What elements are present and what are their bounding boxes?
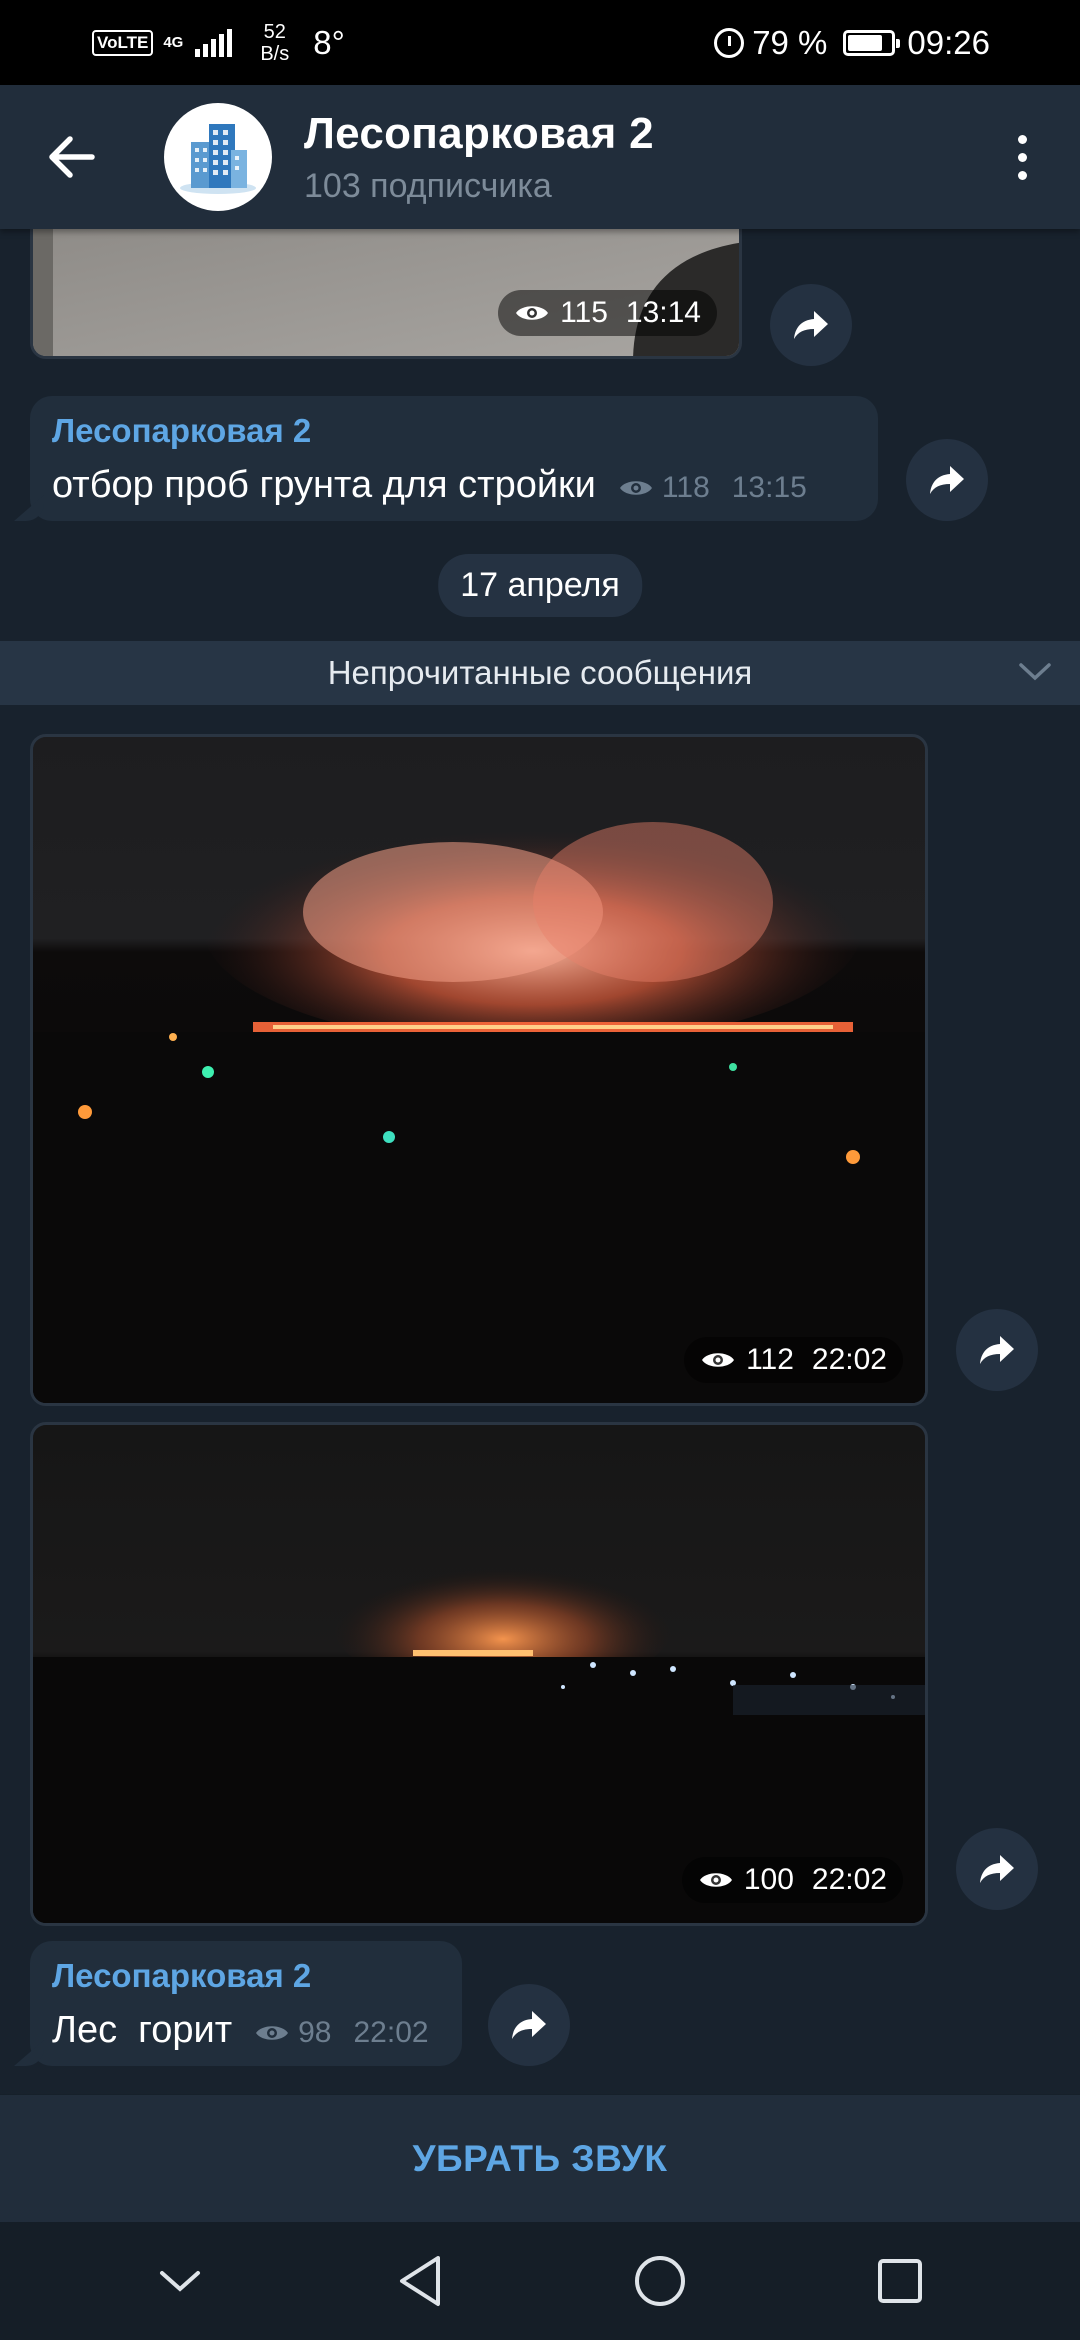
chevron-down-icon bbox=[160, 2271, 200, 2292]
message-text: отбор проб грунта для стройки bbox=[52, 464, 596, 506]
text-message[interactable]: Лесопарковая 2 Лес горит 98 22:02 bbox=[30, 1941, 462, 2066]
message-time: 13:15 bbox=[731, 471, 807, 504]
share-button[interactable] bbox=[770, 284, 852, 366]
mute-button[interactable]: УБРАТЬ ЗВУК bbox=[0, 2094, 1080, 2222]
net-speed-unit: B/s bbox=[260, 42, 290, 65]
share-arrow-icon bbox=[980, 1336, 1014, 1364]
photo-meta: 112 22:02 bbox=[684, 1337, 903, 1383]
status-right: 79 % 09:26 bbox=[714, 24, 990, 62]
share-arrow-icon bbox=[930, 466, 964, 494]
building-icon bbox=[180, 124, 256, 194]
chat-header: Лесопарковая 2 103 подписчика bbox=[0, 85, 1080, 229]
channel-avatar[interactable] bbox=[164, 103, 272, 211]
photo-message[interactable]: 100 22:02 bbox=[30, 1422, 928, 1926]
header-text[interactable]: Лесопарковая 2 103 подписчика bbox=[304, 109, 654, 206]
volte-badge: VoLTE bbox=[92, 29, 154, 56]
message-time: 22:02 bbox=[811, 1343, 887, 1376]
unread-messages-bar: Непрочитанные сообщения bbox=[0, 641, 1080, 705]
message-text: Лес горит bbox=[52, 2009, 233, 2051]
photo-distant-fire bbox=[33, 1425, 925, 1923]
nav-back-button[interactable] bbox=[375, 2236, 465, 2326]
share-button[interactable] bbox=[956, 1828, 1038, 1910]
photo-meta: 100 22:02 bbox=[681, 1857, 903, 1903]
eye-icon bbox=[699, 1873, 732, 1887]
alarm-icon bbox=[714, 27, 745, 58]
message-author[interactable]: Лесопарковая 2 bbox=[52, 1957, 440, 1995]
temperature: 8° bbox=[313, 23, 345, 61]
view-count: 98 bbox=[298, 2016, 332, 2049]
signal-icon bbox=[195, 28, 233, 57]
photo-fire-night bbox=[33, 737, 925, 1403]
clock: 09:26 bbox=[907, 23, 990, 61]
nav-home-button[interactable] bbox=[615, 2236, 705, 2326]
system-nav-bar bbox=[0, 2222, 1080, 2340]
view-count: 115 bbox=[560, 296, 608, 329]
eye-icon bbox=[256, 2026, 289, 2040]
arrow-left-icon bbox=[49, 136, 95, 178]
recents-square-icon bbox=[878, 2259, 922, 2303]
more-vertical-icon bbox=[1017, 134, 1027, 144]
share-button[interactable] bbox=[488, 1984, 570, 2066]
date-separator: 17 апреля bbox=[438, 554, 642, 617]
share-button[interactable] bbox=[956, 1309, 1038, 1391]
photo-message[interactable]: 112 22:02 bbox=[30, 734, 928, 1406]
share-arrow-icon bbox=[980, 1855, 1014, 1883]
mute-label: УБРАТЬ ЗВУК bbox=[412, 2137, 668, 2179]
battery-percent: 79 % bbox=[752, 23, 828, 61]
eye-icon bbox=[702, 1353, 735, 1367]
status-bar: VoLTE 4G 52 B/s 8° 79 % 09:26 bbox=[0, 0, 1080, 85]
subscriber-count: 103 подписчика bbox=[304, 166, 552, 205]
share-arrow-icon bbox=[512, 2011, 546, 2039]
message-meta: 98 22:02 bbox=[254, 2016, 429, 2052]
net-speed: 52 B/s bbox=[260, 21, 289, 65]
message-author[interactable]: Лесопарковая 2 bbox=[52, 412, 856, 450]
share-button[interactable] bbox=[906, 439, 988, 521]
nav-recents-button[interactable] bbox=[855, 2236, 945, 2326]
eye-icon bbox=[516, 306, 549, 320]
back-button[interactable] bbox=[32, 117, 112, 197]
share-arrow-icon bbox=[794, 311, 828, 339]
message-time: 22:02 bbox=[811, 1863, 887, 1896]
text-message[interactable]: Лесопарковая 2 отбор проб грунта для стр… bbox=[30, 396, 878, 521]
network-label: 4G bbox=[163, 34, 184, 51]
chat-title: Лесопарковая 2 bbox=[304, 108, 654, 158]
message-list[interactable]: 115 13:14 Лесопарковая 2 отбор проб грун… bbox=[0, 229, 1080, 2094]
network-type: 4G bbox=[163, 35, 183, 50]
chevron-down-icon[interactable] bbox=[1018, 659, 1052, 683]
home-circle-icon bbox=[635, 2256, 685, 2306]
unread-label: Непрочитанные сообщения bbox=[327, 654, 753, 691]
message-time: 22:02 bbox=[353, 2016, 429, 2049]
view-count: 112 bbox=[746, 1343, 794, 1376]
photo-message[interactable]: 115 13:14 bbox=[30, 229, 742, 359]
back-triangle-icon bbox=[400, 2256, 440, 2306]
view-count: 118 bbox=[661, 471, 710, 504]
photo-meta: 115 13:14 bbox=[498, 290, 717, 336]
message-meta: 118 13:15 bbox=[618, 471, 807, 507]
battery-icon bbox=[843, 29, 901, 56]
eye-icon bbox=[619, 481, 652, 495]
net-speed-value: 52 bbox=[263, 20, 286, 43]
more-menu-button[interactable] bbox=[1002, 117, 1042, 197]
message-time: 13:14 bbox=[625, 296, 701, 329]
status-left: VoLTE 4G 52 B/s 8° bbox=[92, 21, 345, 65]
view-count: 100 bbox=[743, 1863, 794, 1896]
hide-keyboard-button[interactable] bbox=[135, 2236, 225, 2326]
